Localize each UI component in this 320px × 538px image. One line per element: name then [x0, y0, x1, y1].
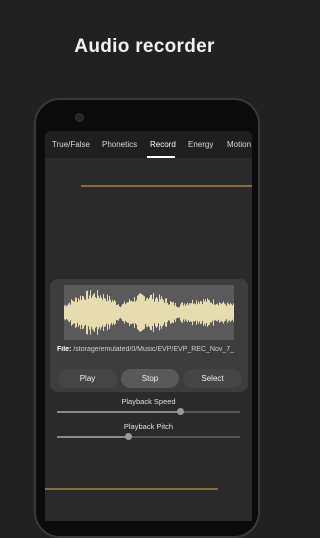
file-path: /storage/emulated/0/Music/EVP/EVP_REC_No…	[71, 346, 235, 353]
tab-phonetics[interactable]: Phonetics	[102, 140, 137, 149]
playback-pitch-thumb[interactable]	[125, 433, 133, 440]
file-path-label: File: /storage/emulated/0/Music/EVP/EVP_…	[57, 346, 245, 358]
playback-speed-label: Playback Speed	[121, 397, 176, 406]
tab-bar: True/False Phonetics Record Energy Motio…	[45, 131, 252, 158]
playback-pitch-label: Playback Pitch	[123, 422, 174, 431]
tab-motion[interactable]: Motion	[227, 140, 251, 149]
tab-energy[interactable]: Energy	[188, 140, 213, 149]
active-tab-indicator	[147, 156, 175, 158]
select-button[interactable]: Select	[183, 369, 242, 388]
file-prefix: File:	[57, 346, 72, 353]
waveform-trace	[64, 290, 234, 335]
tab-record[interactable]: Record	[150, 140, 176, 149]
playback-speed-slider[interactable]	[57, 408, 240, 415]
playback-speed-thumb[interactable]	[176, 408, 184, 415]
front-camera	[75, 113, 84, 122]
play-button[interactable]: Play	[58, 369, 117, 388]
app-screen: True/False Phonetics Record Energy Motio…	[45, 131, 252, 521]
top-divider-line	[81, 185, 252, 187]
bottom-divider-line	[45, 488, 218, 490]
playback-pitch-fill	[57, 436, 129, 438]
audio-waveform[interactable]	[64, 285, 234, 340]
stop-button[interactable]: Stop	[121, 369, 179, 388]
tab-true-false[interactable]: True/False	[52, 140, 90, 149]
playback-speed-fill	[57, 411, 180, 413]
promo-title: Audio recorder	[74, 36, 215, 57]
playback-pitch-slider[interactable]	[57, 433, 240, 440]
